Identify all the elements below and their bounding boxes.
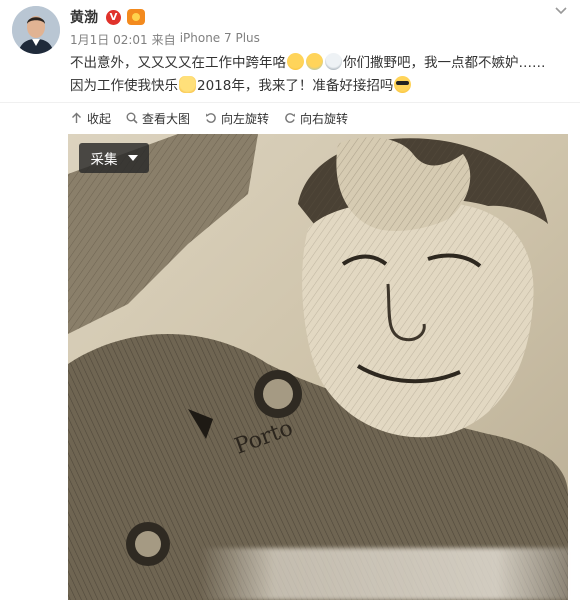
user-name-row: 黄渤 V: [70, 7, 145, 27]
rotate-right-label: 向右旋转: [300, 111, 349, 126]
post-text-segment: 2018年，我来了！准备好接招吗: [197, 78, 394, 94]
cat-face-emoji: [179, 76, 196, 93]
magnifier-icon: [125, 112, 138, 125]
crying-face-emoji: [306, 53, 323, 70]
rotate-left-icon: [204, 112, 217, 125]
weibo-post-card: 黄渤 V 1月1日 02:01 来自 iPhone 7 Plus 不出意外，又又…: [0, 0, 580, 600]
post-device[interactable]: iPhone 7 Plus: [180, 31, 260, 48]
collect-button[interactable]: 采集: [79, 143, 149, 173]
post-text-segment: 你们撒野吧，我一点都不嫉妒……: [343, 55, 546, 71]
verified-badge-icon: V: [106, 9, 121, 25]
post-text-segment: 不出意外，又又又又在工作中跨年咯: [70, 55, 286, 71]
dropdown-caret-icon: [127, 155, 138, 161]
collapse-button[interactable]: 收起: [70, 110, 111, 127]
image-toolbar: 收起 查看大图 向左旋转 向右旋转: [70, 108, 362, 128]
post-text-segment: 因为工作使我快乐: [70, 78, 178, 94]
post-time[interactable]: 1月1日 02:01: [70, 31, 148, 48]
medal-icon: [127, 9, 145, 25]
ghost-emoji: [325, 53, 342, 70]
collapse-label: 收起: [87, 111, 112, 126]
avatar[interactable]: [12, 6, 60, 54]
post-source-label: 来自: [151, 33, 176, 47]
divider: [0, 102, 580, 103]
sad-face-emoji: [287, 53, 304, 70]
rotate-left-button[interactable]: 向左旋转: [204, 110, 269, 127]
watermark-blur: [200, 548, 570, 600]
rotate-left-label: 向左旋转: [221, 111, 270, 126]
more-options-chevron-icon[interactable]: [554, 4, 568, 18]
arrow-up-icon: [70, 112, 83, 125]
collect-label: 采集: [90, 152, 118, 168]
user-name[interactable]: 黄渤: [70, 7, 98, 27]
sunglasses-emoji: [394, 76, 412, 93]
rotate-right-button[interactable]: 向右旋转: [283, 110, 348, 127]
rotate-right-icon: [283, 112, 296, 125]
view-large-label: 查看大图: [142, 111, 191, 126]
post-meta: 1月1日 02:01 来自 iPhone 7 Plus: [70, 31, 260, 48]
post-photo[interactable]: Porto: [68, 134, 568, 600]
post-text: 不出意外，又又又又在工作中跨年咯 你们撒野吧，我一点都不嫉妒…… 因为工作使我快乐…: [70, 52, 568, 98]
view-large-button[interactable]: 查看大图: [125, 110, 190, 127]
